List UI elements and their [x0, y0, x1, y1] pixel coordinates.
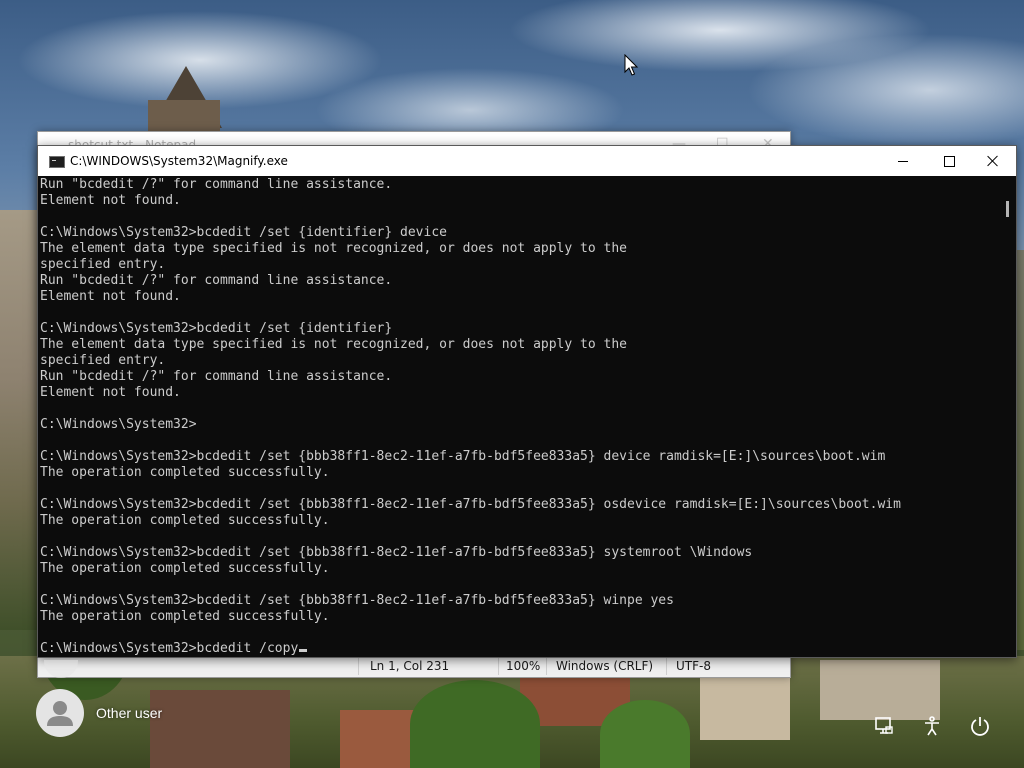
console-line: Element not found. [40, 289, 181, 304]
console-line: The operation completed successfully. [40, 561, 330, 576]
console-line: Element not found. [40, 193, 181, 208]
console-output[interactable]: Run "bcdedit /?" for command line assist… [40, 177, 995, 656]
console-line: The element data type specified is not r… [40, 337, 627, 352]
console-title: C:\WINDOWS\System32\Magnify.exe [70, 154, 288, 168]
power-icon[interactable] [968, 714, 992, 738]
background-tree [600, 700, 690, 768]
text-cursor [299, 649, 308, 652]
background-house [820, 660, 940, 720]
status-divider [666, 657, 667, 675]
background-roof [150, 690, 290, 768]
network-icon[interactable] [872, 714, 896, 738]
user-avatar-icon[interactable] [36, 689, 84, 737]
background-tree [410, 680, 540, 768]
console-line: Element not found. [40, 385, 181, 400]
console-line: Run "bcdedit /?" for command line assist… [40, 369, 393, 384]
maximize-button[interactable] [926, 146, 972, 176]
accessibility-icon[interactable] [920, 714, 944, 738]
console-line: C:\Windows\System32>bcdedit /set {identi… [40, 321, 393, 336]
console-scrollbar[interactable] [1000, 177, 1015, 656]
console-line: The operation completed successfully. [40, 513, 330, 528]
maximize-icon [943, 155, 955, 167]
console-icon[interactable] [49, 156, 65, 168]
console-line: specified entry. [40, 353, 166, 368]
status-line-ending: Windows (CRLF) [556, 659, 654, 673]
close-icon [987, 155, 999, 167]
background-hillside [0, 210, 38, 630]
status-cursor-position: Ln 1, Col 231 [370, 659, 450, 673]
minimize-button[interactable] [880, 146, 926, 176]
console-line: C:\Windows\System32>bcdedit /set {bbb38f… [40, 593, 674, 608]
minimize-icon [898, 160, 908, 162]
scrollbar-thumb[interactable] [1006, 201, 1009, 217]
mouse-pointer-icon [624, 54, 639, 76]
console-line: Run "bcdedit /?" for command line assist… [40, 177, 393, 192]
console-line: C:\Windows\System32>bcdedit /set {bbb38f… [40, 497, 901, 512]
console-line: The element data type specified is not r… [40, 241, 627, 256]
console-line: specified entry. [40, 257, 166, 272]
status-divider [358, 657, 359, 675]
background-hillside-right [1016, 250, 1024, 650]
console-line: C:\Windows\System32>bcdedit /set {identi… [40, 225, 447, 240]
console-line: C:\Windows\System32>bcdedit /set {bbb38f… [40, 545, 753, 560]
console-line: C:\Windows\System32> [40, 417, 197, 432]
status-encoding: UTF-8 [676, 659, 711, 673]
close-button[interactable] [970, 146, 1016, 176]
console-window[interactable]: C:\WINDOWS\System32\Magnify.exe Run "bcd… [37, 145, 1017, 658]
background-house [700, 670, 790, 740]
console-line: Run "bcdedit /?" for command line assist… [40, 273, 393, 288]
console-line: C:\Windows\System32>bcdedit /copy [40, 641, 995, 656]
status-zoom: 100% [506, 659, 541, 673]
status-divider [546, 657, 547, 675]
console-titlebar[interactable]: C:\WINDOWS\System32\Magnify.exe [38, 146, 1016, 176]
console-line: C:\Windows\System32>bcdedit /set {bbb38f… [40, 449, 886, 464]
status-divider [498, 657, 499, 675]
console-line: The operation completed successfully. [40, 465, 330, 480]
user-name[interactable]: Other user [96, 705, 162, 721]
console-line: The operation completed successfully. [40, 609, 330, 624]
